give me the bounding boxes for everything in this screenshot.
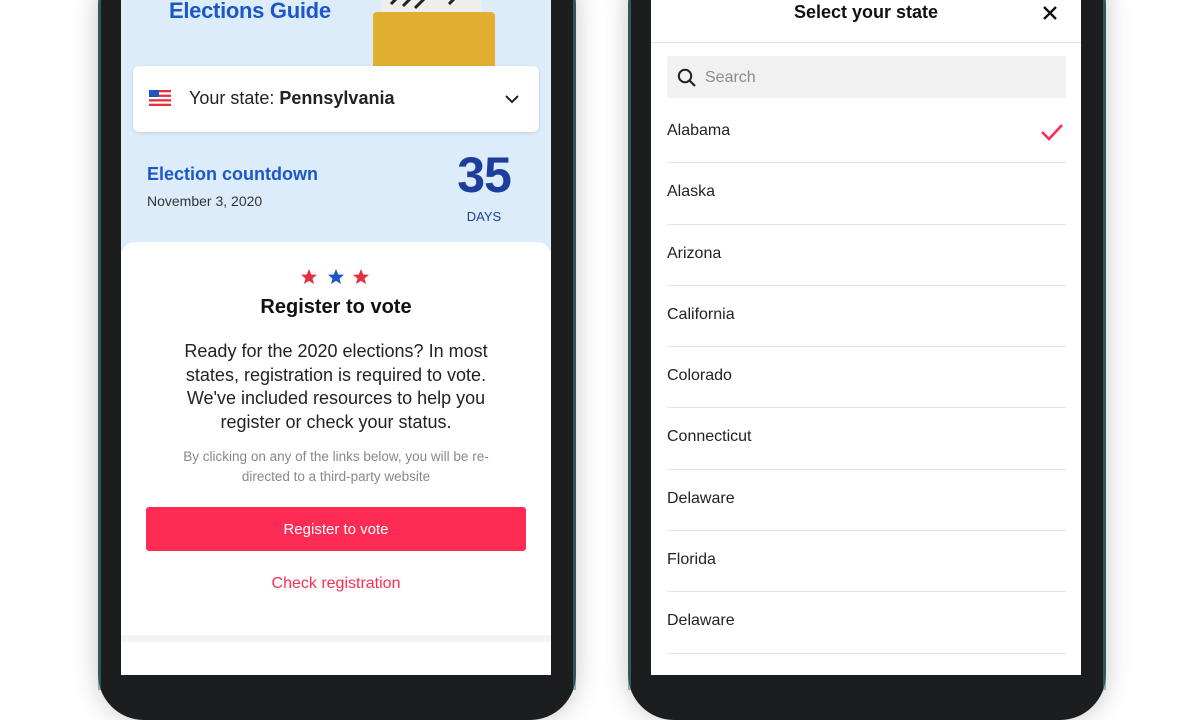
state-row[interactable]: Alabama (667, 102, 1066, 164)
register-to-vote-button[interactable]: Register to vote (146, 507, 526, 551)
countdown-unit: DAYS (466, 209, 502, 224)
search-input[interactable] (703, 56, 1047, 100)
state-row-label: Alabama (667, 122, 731, 139)
state-row[interactable]: Georgia (667, 654, 1066, 675)
state-row[interactable]: Connecticut (667, 408, 1066, 470)
phone-edge (628, 0, 631, 690)
countdown-number: 35 (457, 147, 512, 203)
state-row[interactable]: Florida (667, 531, 1066, 593)
state-selector[interactable]: Your state: Pennsylvania (133, 66, 539, 132)
state-row-label: California (667, 305, 735, 323)
register-description: Ready for the 2020 elections? In most st… (184, 341, 488, 432)
state-row-label: Delaware (667, 612, 735, 630)
state-row[interactable]: Delaware (667, 592, 1066, 654)
state-row[interactable]: Alaska (667, 163, 1066, 225)
register-title: Register to vote (260, 296, 412, 318)
state-row[interactable]: Delaware (667, 470, 1066, 532)
sheet-title: Select your state (793, 2, 939, 22)
hero-banner: Elections Guide Your state: Pennsylvania… (121, 0, 551, 250)
page-title: Elections Guide (169, 0, 331, 23)
left-phone-frame: Elections Guide Your state: Pennsylvania… (98, 0, 576, 720)
close-icon[interactable] (1039, 2, 1061, 24)
third-party-note: By clicking on any of the links below, y… (183, 449, 489, 484)
state-row-label: Colorado (667, 367, 732, 385)
phone-edge (573, 0, 576, 690)
search-bar (667, 56, 1066, 100)
register-card: Register to vote Ready for the 2020 elec… (121, 242, 551, 635)
state-value: Pennsylvania (279, 88, 395, 108)
header-divider (651, 42, 1081, 43)
elections-guide-screen: Elections Guide Your state: Pennsylvania… (121, 0, 551, 675)
state-row[interactable]: California (667, 286, 1066, 348)
state-row[interactable]: Arizona (667, 225, 1066, 286)
state-row-label: Delaware (667, 489, 735, 507)
state-label: Your state: Pennsylvania (189, 88, 395, 108)
stars-icon (301, 269, 369, 284)
next-card (121, 642, 551, 675)
checkmark-icon (1041, 124, 1063, 141)
election-date: November 3, 2020 (147, 193, 263, 209)
state-row-label: Florida (667, 551, 716, 569)
check-registration-link[interactable]: Check registration (121, 575, 551, 593)
countdown-label: Election countdown (147, 164, 318, 184)
state-row-label: Alaska (667, 183, 716, 201)
ballot-illustration (381, 0, 481, 12)
right-phone-frame: Select your state Alabama Alaska Arizona Ca… (628, 0, 1106, 720)
search-icon (677, 68, 696, 87)
state-row[interactable]: Colorado (667, 347, 1066, 409)
state-row-label: Connecticut (667, 428, 752, 446)
us-flag-icon (149, 90, 171, 106)
phone-edge (98, 0, 101, 690)
state-row-label: Arizona (667, 244, 722, 262)
select-state-screen: Select your state Alabama Alaska Arizona Ca… (651, 0, 1081, 675)
ballot-box-illustration (373, 12, 495, 68)
phone-edge (1103, 0, 1106, 690)
state-list: Alabama Alaska Arizona California Colorado Co… (667, 102, 1066, 675)
chevron-down-icon (505, 95, 519, 104)
